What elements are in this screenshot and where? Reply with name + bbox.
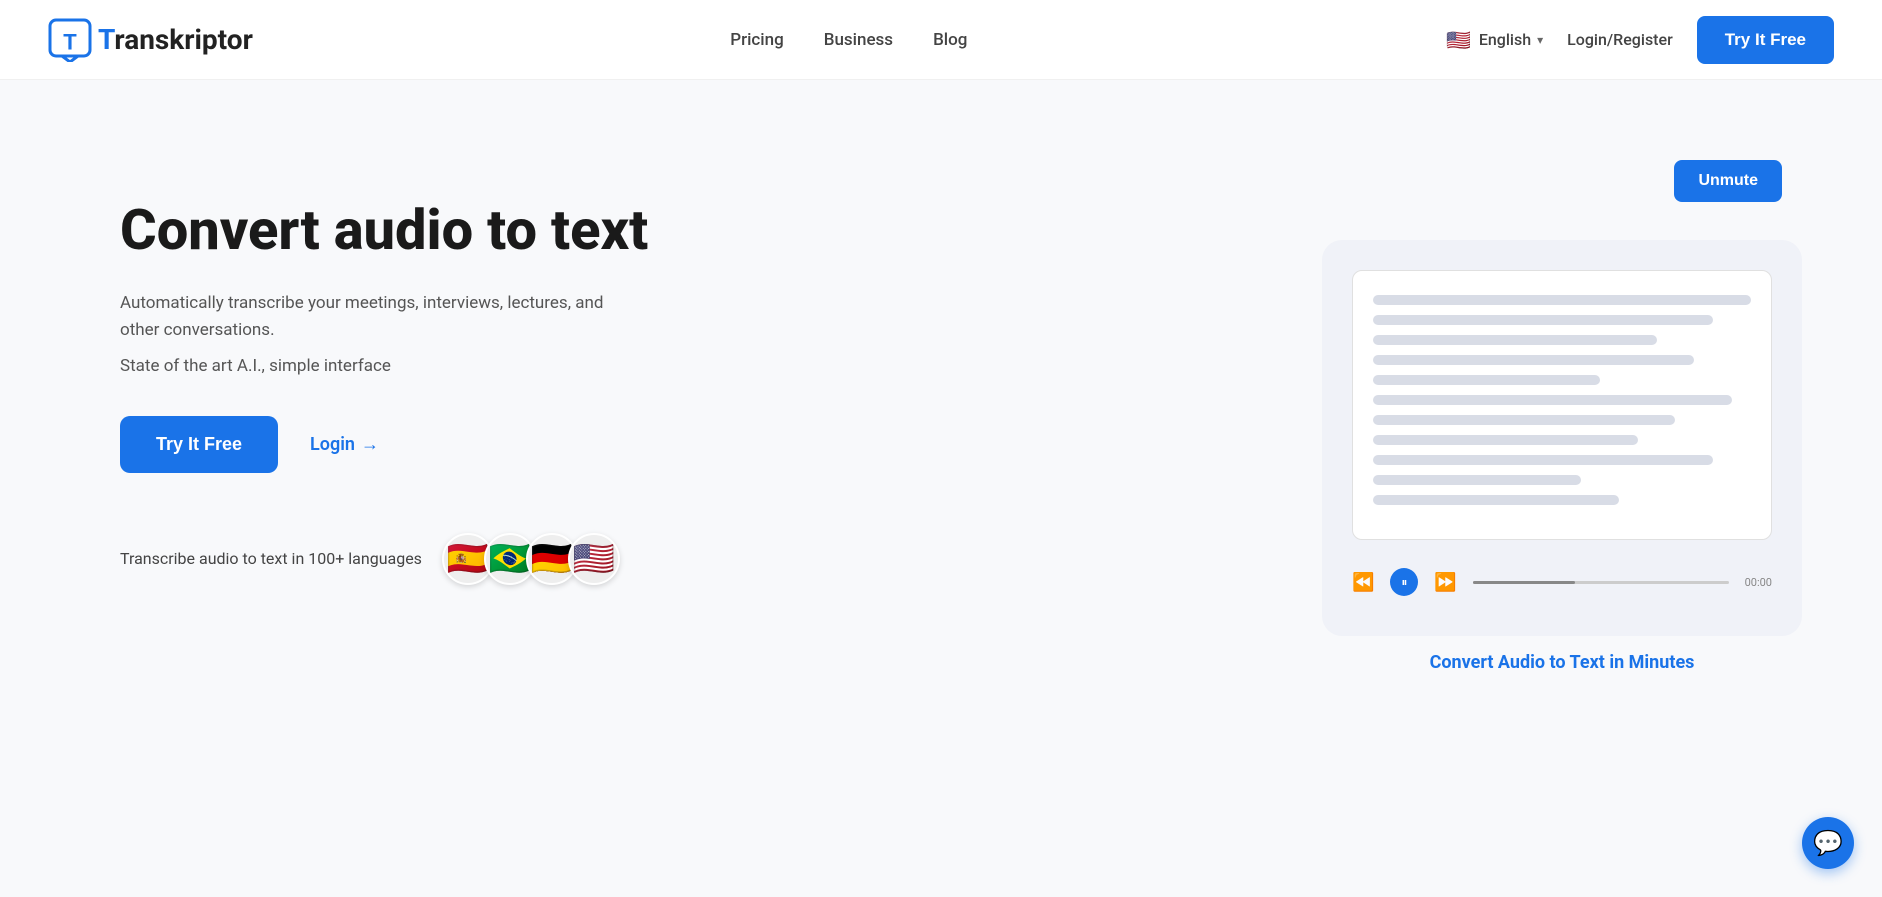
hero-description-2: State of the art A.I., simple interface [120,356,648,376]
player-track [1473,581,1729,584]
rewind-icon[interactable]: ⏪ [1352,572,1374,593]
hero-title: Convert audio to text [120,200,648,262]
pause-button[interactable]: ⏸ [1390,568,1418,596]
player-bar: ⏪ ⏸ ⏩ 00:00 [1352,558,1772,606]
unmute-button[interactable]: Unmute [1674,160,1782,202]
hero-login-text: Login [310,434,355,455]
transcript-mockup [1352,270,1772,540]
fast-forward-icon[interactable]: ⏩ [1434,572,1456,593]
navbar: T Transkriptor Pricing Business Blog 🇺🇸 … [0,0,1882,80]
nav-business[interactable]: Business [824,30,893,50]
chevron-down-icon: ▾ [1537,33,1543,47]
player-time: 00:00 [1745,576,1772,589]
arrow-icon: → [361,434,379,455]
chat-icon: 💬 [1813,829,1843,857]
language-selector[interactable]: 🇺🇸 English ▾ [1445,26,1543,54]
hero-section: Convert audio to text Automatically tran… [0,80,1882,897]
login-register-link[interactable]: Login/Register [1567,30,1673,49]
transcript-line [1373,415,1675,425]
transcript-line [1373,335,1657,345]
chat-bubble[interactable]: 💬 [1802,817,1854,869]
nav-right: 🇺🇸 English ▾ Login/Register Try It Free [1445,16,1834,64]
transcript-line [1373,495,1619,505]
transcript-line [1373,315,1713,325]
nav-links: Pricing Business Blog [730,30,967,50]
hero-login-link[interactable]: Login → [310,434,379,455]
transcript-line [1373,435,1638,445]
logo-icon: T [48,18,92,62]
nav-pricing[interactable]: Pricing [730,30,784,50]
transcript-line [1373,295,1751,305]
hero-try-free-button[interactable]: Try It Free [120,416,278,473]
nav-try-free-button[interactable]: Try It Free [1697,16,1834,64]
transcript-line [1373,475,1581,485]
logo-link[interactable]: T Transkriptor [48,18,253,62]
flags-row: 🇪🇸 🇧🇷 🇩🇪 🇺🇸 [442,533,620,585]
video-card: ⏪ ⏸ ⏩ 00:00 [1322,240,1802,636]
hero-description-1: Automatically transcribe your meetings, … [120,290,640,344]
transcript-line [1373,455,1713,465]
hero-cta: Try It Free Login → [120,416,648,473]
transcript-line [1373,395,1732,405]
logo-text: Transkriptor [98,23,253,56]
nav-blog[interactable]: Blog [933,30,967,50]
flag-icon: 🇺🇸 [1445,26,1473,54]
convert-caption: Convert Audio to Text in Minutes [1322,652,1802,673]
player-progress [1473,581,1575,584]
hero-languages: Transcribe audio to text in 100+ languag… [120,533,648,585]
hero-right: Unmute ⏪ ⏸ ⏩ 0 [1322,160,1802,673]
language-label: English [1479,30,1531,49]
transcript-line [1373,375,1600,385]
svg-text:T: T [63,29,77,54]
languages-text: Transcribe audio to text in 100+ languag… [120,549,422,568]
transcript-line [1373,355,1694,365]
hero-left: Convert audio to text Automatically tran… [120,160,648,585]
flag-usa: 🇺🇸 [568,533,620,585]
